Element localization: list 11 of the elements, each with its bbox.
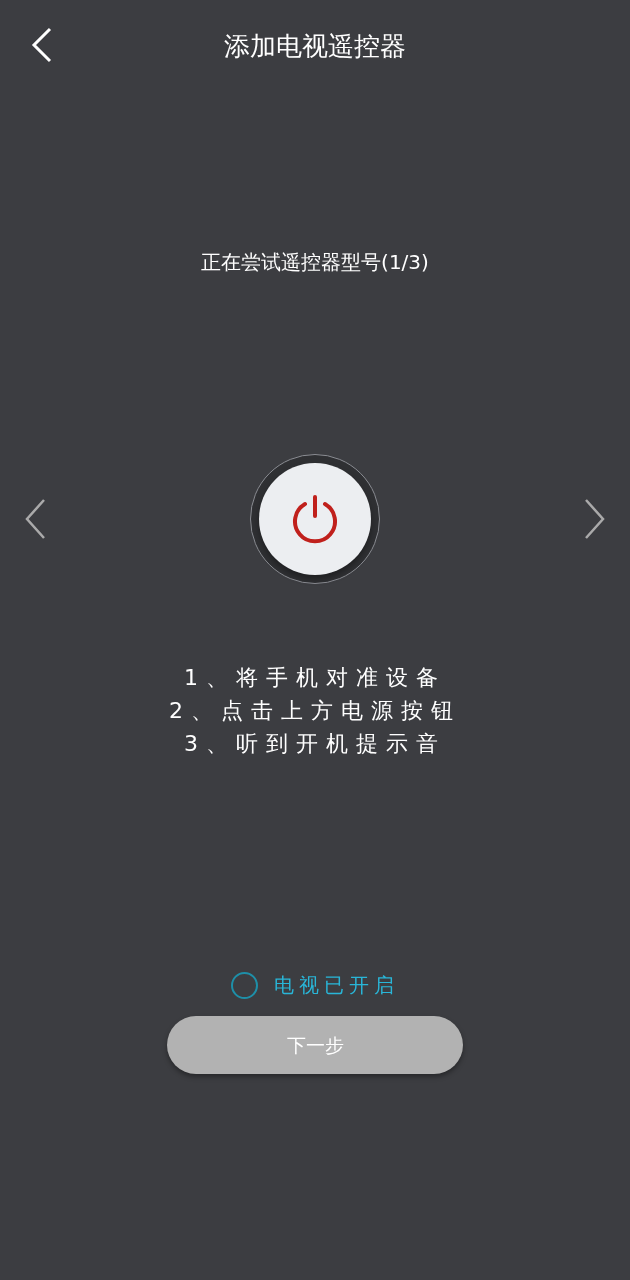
checkbox-label: 电视已开启 (274, 972, 399, 999)
power-icon (291, 494, 339, 544)
instruction-step: 2、点击上方电源按钮 (169, 694, 461, 727)
next-model-button[interactable] (584, 498, 606, 540)
power-button[interactable] (259, 463, 371, 575)
previous-button[interactable] (24, 498, 46, 540)
page-title: 添加电视遥控器 (224, 29, 406, 63)
instruction-step: 1、将手机对准设备 (169, 661, 461, 694)
checkbox[interactable] (231, 971, 258, 999)
instruction-step: 3、听到开机提示音 (169, 727, 461, 760)
status-text: 正在尝试遥控器型号(1/3) (201, 249, 429, 276)
